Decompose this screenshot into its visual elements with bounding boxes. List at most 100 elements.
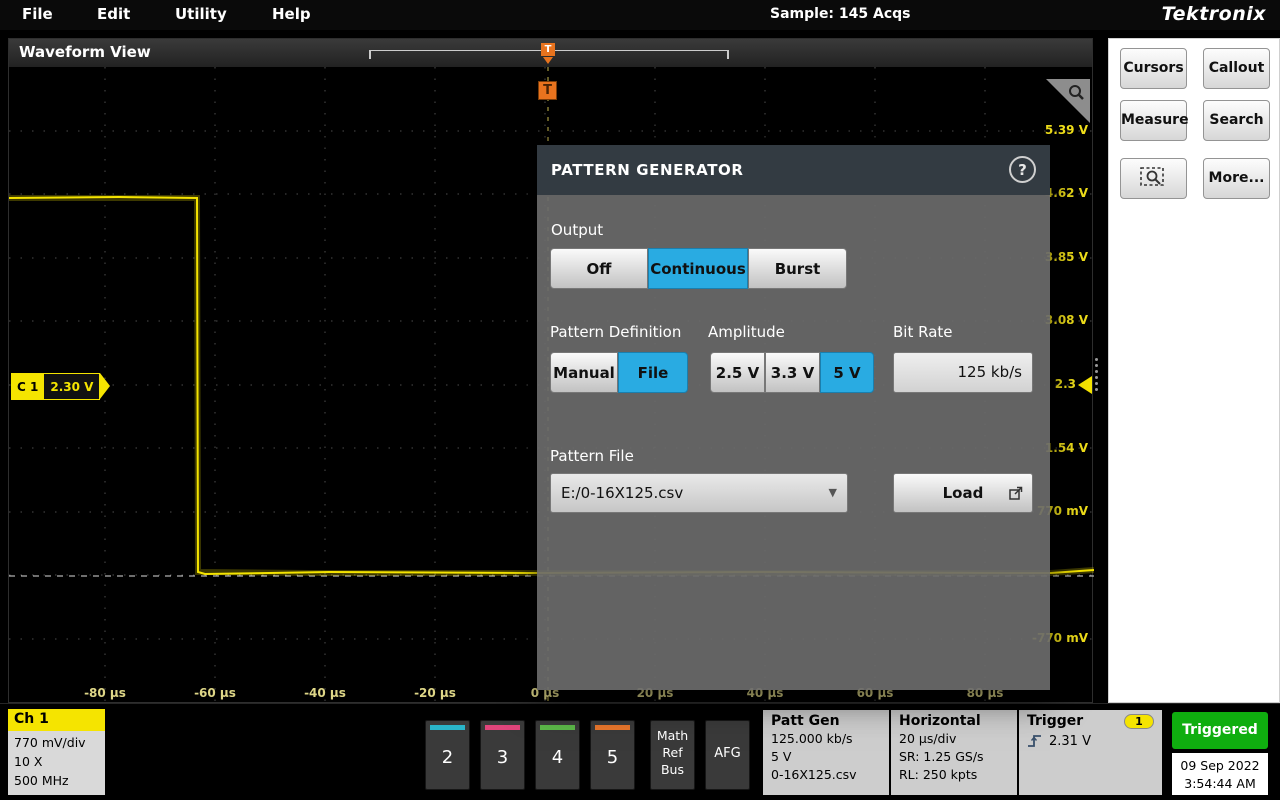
channel-2-button[interactable]: 2	[425, 720, 470, 790]
tektronix-logo: Tektronix	[1162, 3, 1266, 25]
channel-3-label: 3	[481, 747, 524, 768]
pattern-manual-button[interactable]: Manual	[550, 352, 618, 393]
time-label: -20 µs	[414, 686, 456, 700]
more-button[interactable]: More...	[1203, 158, 1270, 199]
pattern-generator-dialog: PATTERN GENERATOR ? Output Off Continuou…	[537, 145, 1050, 690]
afg-button[interactable]: AFG	[705, 720, 750, 790]
trigger-position-arrow-icon	[543, 57, 553, 64]
right-toolbar: Cursors Callout Measure Search More...	[1108, 38, 1280, 703]
horizontal-sample-rate: SR: 1.25 GS/s	[899, 748, 1017, 766]
channel-5-color-stripe	[595, 725, 630, 730]
channel-2-color-stripe	[430, 725, 465, 730]
pattern-file-button[interactable]: File	[618, 352, 688, 393]
output-burst-button[interactable]: Burst	[748, 248, 847, 289]
patt-gen-file: 0-16X125.csv	[771, 766, 889, 784]
trigger-panel[interactable]: Trigger 1 2.31 V	[1019, 710, 1162, 795]
channel-4-button[interactable]: 4	[535, 720, 580, 790]
volt-label: 2.3	[1055, 377, 1076, 391]
ch1-scale: 770 mV/div	[14, 734, 105, 753]
ch1-handle-tip	[100, 373, 110, 399]
trigger-status-badge: Triggered	[1172, 712, 1268, 749]
trigger-title: Trigger	[1027, 713, 1083, 729]
patt-gen-panel[interactable]: Patt Gen 125.000 kb/s 5 V 0-16X125.csv	[763, 710, 889, 795]
channel-5-label: 5	[591, 747, 634, 768]
trigger-position-marker-small[interactable]: T	[541, 43, 555, 56]
measure-button[interactable]: Measure	[1120, 100, 1187, 141]
trigger-indicator-badge[interactable]: T	[538, 81, 557, 100]
menu-file[interactable]: File	[22, 5, 53, 23]
waveform-view-header: Waveform View T	[9, 39, 1092, 67]
dialog-body: Output Off Continuous Burst Pattern Defi…	[537, 195, 1050, 690]
bottom-bar: Ch 1 770 mV/div 10 X 500 MHz 2 3 4 5 Mat…	[0, 703, 1280, 800]
trigger-level-value: 2.31 V	[1049, 734, 1091, 749]
load-button[interactable]: Load	[893, 473, 1033, 513]
ref-label: Ref	[651, 745, 694, 762]
dialog-header: PATTERN GENERATOR ?	[537, 145, 1050, 195]
amplitude-2v5-button[interactable]: 2.5 V	[710, 352, 765, 393]
horizontal-record-length: RL: 250 kpts	[899, 766, 1017, 784]
math-ref-bus-button[interactable]: Math Ref Bus	[650, 720, 695, 790]
pattern-file-value: E:/0-16X125.csv	[561, 484, 683, 502]
help-icon[interactable]: ?	[1009, 156, 1036, 183]
amplitude-3v3-button[interactable]: 3.3 V	[765, 352, 820, 393]
external-link-icon	[1008, 485, 1024, 501]
channel-4-label: 4	[536, 747, 579, 768]
ch1-attenuation: 10 X	[14, 753, 105, 772]
bus-label: Bus	[651, 762, 694, 779]
cursors-button[interactable]: Cursors	[1120, 48, 1187, 89]
bit-rate-label: Bit Rate	[893, 323, 953, 341]
trigger-source-badge: 1	[1124, 714, 1154, 729]
channel-5-button[interactable]: 5	[590, 720, 635, 790]
ch1-handle-label: C 1	[11, 373, 44, 400]
ch1-settings-panel[interactable]: Ch 1 770 mV/div 10 X 500 MHz	[8, 709, 105, 795]
callout-button[interactable]: Callout	[1203, 48, 1270, 89]
amplitude-label: Amplitude	[708, 323, 785, 341]
math-label: Math	[651, 728, 694, 745]
horizontal-scale: 20 µs/div	[899, 730, 1017, 748]
pattern-file-dropdown[interactable]: E:/0-16X125.csv ▼	[550, 473, 848, 513]
waveform-view-title: Waveform View	[19, 43, 151, 61]
ch1-panel-body: 770 mV/div 10 X 500 MHz	[8, 731, 105, 795]
ch1-panel-title: Ch 1	[8, 709, 105, 731]
pattern-file-label: Pattern File	[550, 447, 634, 465]
chevron-down-icon: ▼	[829, 474, 837, 512]
ch1-bandwidth: 500 MHz	[14, 772, 105, 791]
output-off-button[interactable]: Off	[550, 248, 648, 289]
channel-3-button[interactable]: 3	[480, 720, 525, 790]
pattern-definition-label: Pattern Definition	[550, 323, 681, 341]
rising-edge-icon	[1027, 733, 1043, 749]
channel-3-color-stripe	[485, 725, 520, 730]
ch1-handle-value: 2.30 V	[44, 373, 100, 400]
output-continuous-button[interactable]: Continuous	[648, 248, 748, 289]
patt-gen-bitrate: 125.000 kb/s	[771, 730, 889, 748]
menu-bar: File Edit Utility Help Sample: 145 Acqs …	[0, 0, 1280, 30]
volt-label: 1.54 V	[1045, 441, 1088, 455]
ch1-level-arrow-icon[interactable]	[1078, 376, 1092, 394]
volt-label: 3.08 V	[1045, 313, 1088, 327]
datetime-display: 09 Sep 2022 3:54:44 AM	[1172, 753, 1268, 795]
horizontal-panel[interactable]: Horizontal 20 µs/div SR: 1.25 GS/s RL: 2…	[891, 710, 1017, 795]
horizontal-title: Horizontal	[899, 713, 1017, 729]
zoom-mode-button[interactable]	[1120, 158, 1187, 199]
zoom-box-icon	[1139, 165, 1169, 189]
menu-utility[interactable]: Utility	[175, 5, 227, 23]
volt-label: 4.62 V	[1045, 186, 1088, 200]
amplitude-5v-button[interactable]: 5 V	[820, 352, 874, 393]
bit-rate-input[interactable]: 125 kb/s	[893, 352, 1033, 393]
results-drawer-handle-icon[interactable]	[1095, 358, 1098, 391]
acquisition-status: Sample: 145 Acqs	[770, 6, 911, 22]
date-value: 09 Sep 2022	[1172, 757, 1268, 775]
channel-2-label: 2	[426, 747, 469, 768]
time-label: -60 µs	[194, 686, 236, 700]
menu-edit[interactable]: Edit	[97, 5, 130, 23]
menu-help[interactable]: Help	[272, 5, 311, 23]
patt-gen-amplitude: 5 V	[771, 748, 889, 766]
load-button-label: Load	[943, 484, 984, 502]
search-button[interactable]: Search	[1203, 100, 1270, 141]
time-label: -80 µs	[84, 686, 126, 700]
dialog-title: PATTERN GENERATOR	[551, 161, 744, 179]
volt-label: 5.39 V	[1045, 123, 1088, 137]
volt-label: 3.85 V	[1045, 250, 1088, 264]
time-value: 3:54:44 AM	[1172, 775, 1268, 793]
ch1-handle-badge[interactable]: C 1 2.30 V	[11, 373, 110, 400]
